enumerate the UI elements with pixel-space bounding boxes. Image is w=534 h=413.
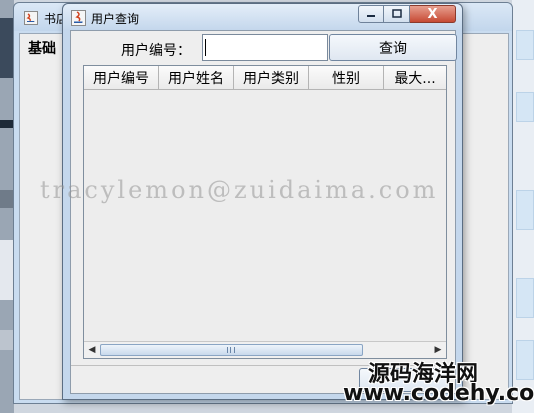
column-user-id[interactable]: 用户编号 bbox=[84, 66, 159, 90]
text-caret bbox=[205, 39, 206, 56]
column-gender[interactable]: 性别 bbox=[309, 66, 384, 90]
watermark-text: tracylemon@zuidaima.com bbox=[40, 176, 439, 204]
column-max[interactable]: 最大... bbox=[384, 66, 446, 90]
desktop-left-edge bbox=[0, 0, 14, 413]
dialog-title-bar[interactable]: 用户查询 X bbox=[63, 4, 462, 30]
grip-icon bbox=[227, 347, 235, 353]
maximize-icon bbox=[391, 9, 402, 18]
base-menu[interactable]: 基础 bbox=[28, 38, 56, 58]
query-button[interactable]: 查询 bbox=[329, 34, 457, 61]
table-header: 用户编号 用户姓名 用户类别 性别 最大... bbox=[84, 66, 446, 90]
user-table[interactable]: 用户编号 用户姓名 用户类别 性别 最大... ◀ ▶ bbox=[83, 65, 447, 359]
close-icon: X bbox=[427, 6, 438, 22]
window-controls: X bbox=[358, 5, 456, 23]
minimize-icon bbox=[367, 15, 375, 17]
desktop-right-edge bbox=[512, 0, 534, 413]
dialog-title: 用户查询 bbox=[91, 12, 140, 26]
scroll-left-arrow-icon[interactable]: ◀ bbox=[84, 342, 100, 358]
user-id-input[interactable] bbox=[202, 34, 328, 61]
column-user-name[interactable]: 用户姓名 bbox=[159, 66, 234, 90]
java-icon bbox=[24, 11, 38, 25]
scrollbar-thumb[interactable] bbox=[100, 344, 363, 356]
close-button[interactable]: X bbox=[410, 5, 456, 23]
user-id-label: 用户编号： bbox=[121, 43, 191, 59]
minimize-button[interactable] bbox=[358, 5, 384, 23]
column-user-type[interactable]: 用户类别 bbox=[234, 66, 309, 90]
dialog-content: 用户编号： 查询 用户编号 用户姓名 用户类别 性别 最大... ◀ ▶ bbox=[70, 30, 457, 394]
maximize-button[interactable] bbox=[384, 5, 410, 23]
site-url-watermark: www.codehy.com bbox=[343, 381, 534, 406]
java-icon bbox=[71, 10, 86, 26]
